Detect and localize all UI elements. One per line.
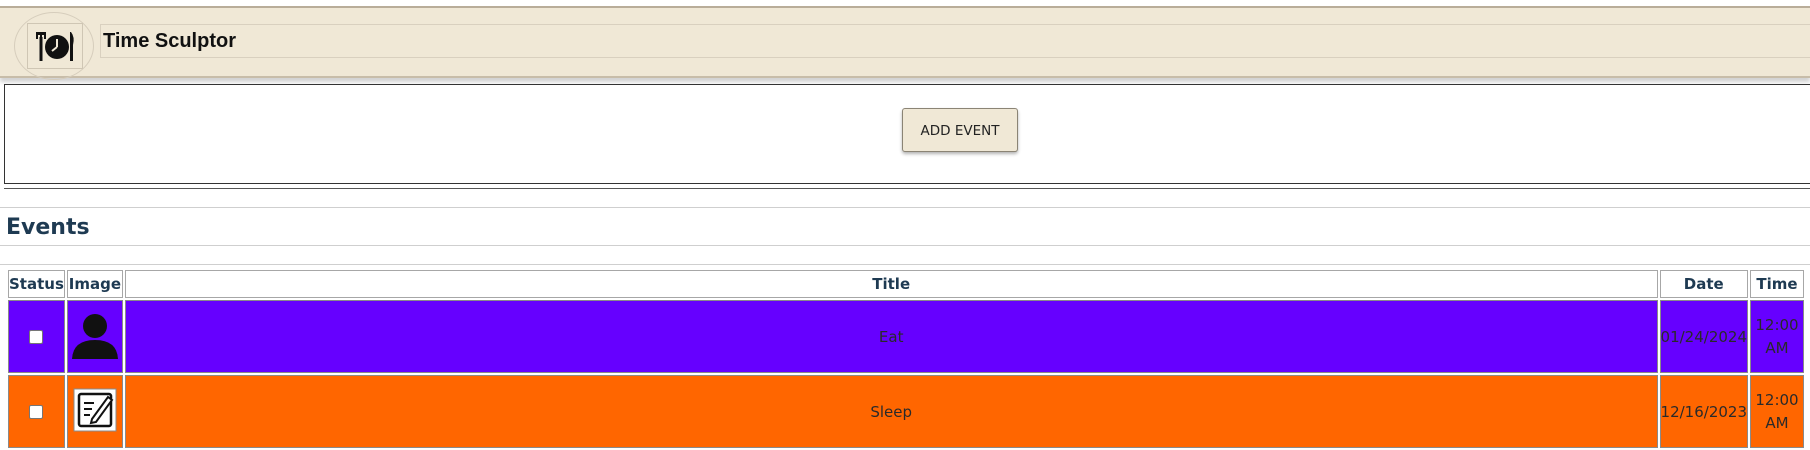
- column-header-image: Image: [66, 270, 123, 298]
- divider: [0, 207, 1810, 208]
- edit-note-icon: [73, 388, 117, 431]
- time-cell: 12:00 AM: [1750, 300, 1804, 373]
- status-cell: [8, 300, 65, 373]
- date-cell: 12/16/2023: [1659, 375, 1748, 448]
- image-cell: [66, 300, 123, 373]
- time-value: 12:00: [1755, 390, 1799, 409]
- title-cell: Eat: [124, 300, 1658, 373]
- status-checkbox[interactable]: [29, 330, 44, 344]
- column-header-status: Status: [8, 270, 65, 298]
- app-logo[interactable]: [27, 23, 83, 69]
- time-cell: 12:00 AM: [1750, 375, 1804, 448]
- divider: [0, 264, 1810, 265]
- divider: [0, 245, 1810, 246]
- table-row[interactable]: Sleep 12/16/2023 12:00 AM: [8, 375, 1804, 448]
- column-header-title: Title: [124, 270, 1658, 298]
- time-period: AM: [1765, 338, 1789, 357]
- table-header-row: Status Image Title Date Time: [8, 270, 1804, 298]
- column-header-time: Time: [1750, 270, 1804, 298]
- status-checkbox[interactable]: [29, 405, 44, 419]
- add-event-button[interactable]: ADD EVENT: [902, 108, 1018, 152]
- table-row[interactable]: Eat 01/24/2024 12:00 AM: [8, 300, 1804, 373]
- events-heading: Events: [6, 215, 90, 240]
- image-cell: [66, 375, 123, 448]
- app-header: Time Sculptor: [0, 6, 1810, 80]
- time-period: AM: [1765, 413, 1789, 432]
- status-cell: [8, 375, 65, 448]
- title-cell: Sleep: [124, 375, 1658, 448]
- time-value: 12:00: [1755, 315, 1799, 334]
- clock-utensils-logo-icon: [36, 32, 74, 61]
- events-table: Status Image Title Date Time Eat 01/24/2…: [6, 268, 1806, 450]
- person-icon: [71, 313, 118, 359]
- column-header-date: Date: [1659, 270, 1748, 298]
- app-title: Time Sculptor: [100, 24, 1810, 58]
- date-cell: 01/24/2024: [1659, 300, 1748, 373]
